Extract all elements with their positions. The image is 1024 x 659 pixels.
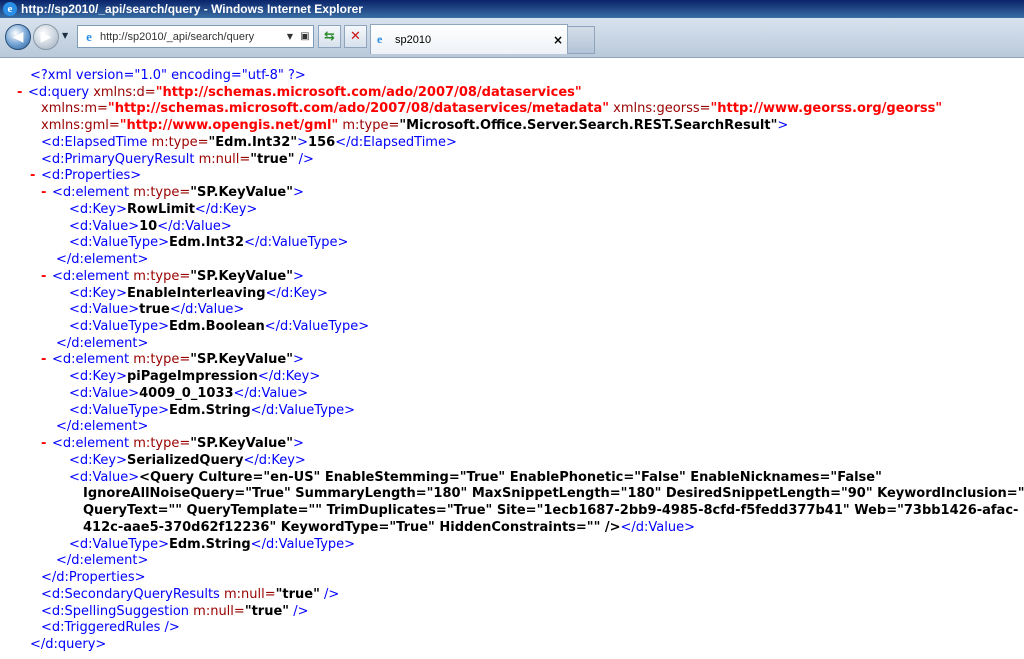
back-button[interactable]: ◀ xyxy=(5,24,31,50)
stop-button[interactable]: ✕ xyxy=(344,25,367,48)
forward-arrow-icon: ▶ xyxy=(40,29,52,45)
address-input[interactable]: http://sp2010/_api/search/query xyxy=(100,31,283,43)
xml-line: <d:SpellingSuggestion m:null="true" /> xyxy=(41,603,309,619)
xml-line: </d:element> xyxy=(56,252,149,268)
refresh-button[interactable]: ⇆ xyxy=(318,25,341,48)
collapse-toggle[interactable]: - xyxy=(17,85,28,102)
xml-line: <d:Value>true</d:Value> xyxy=(69,302,245,318)
xml-line: - <d:element m:type="SP.KeyValue"> xyxy=(41,268,304,286)
forward-button[interactable]: ▶ xyxy=(33,24,59,50)
collapse-toggle[interactable]: - xyxy=(41,185,52,202)
xml-line: </d:element> xyxy=(56,553,149,569)
xml-line: <d:ValueType>Edm.Boolean</d:ValueType> xyxy=(69,319,370,335)
collapse-toggle[interactable]: - xyxy=(41,352,52,369)
collapse-toggle[interactable]: - xyxy=(41,269,52,286)
compatibility-view-icon[interactable]: ▣ xyxy=(297,31,313,42)
browser-tab[interactable]: e sp2010 × xyxy=(370,24,568,54)
xml-line: IgnoreAllNoiseQuery="True" SummaryLength… xyxy=(83,486,1024,502)
tab-close-icon[interactable]: × xyxy=(549,33,567,47)
xml-line: <d:ValueType>Edm.String</d:ValueType> xyxy=(69,402,356,418)
chevron-down-icon: ▼ xyxy=(62,31,69,40)
xml-line: xmlns:gml="http://www.opengis.net/gml" m… xyxy=(41,118,789,134)
xml-line: - <d:element m:type="SP.KeyValue"> xyxy=(41,436,304,453)
xml-line: QueryText="" QueryTemplate="" TrimDuplic… xyxy=(83,503,1019,519)
tab-page-icon: e xyxy=(377,32,383,46)
xml-line: - <d:Properties> xyxy=(30,168,142,185)
address-bar[interactable]: e http://sp2010/_api/search/query ▼ ▣ xyxy=(77,25,314,48)
xml-line: <d:Key>piPageImpression</d:Key> xyxy=(69,369,321,385)
tab-label: sp2010 xyxy=(395,33,432,46)
xml-line: <d:Value>4009_0_1033</d:Value> xyxy=(69,385,309,401)
xml-declaration: <?xml version="1.0" encoding="utf-8" ?> xyxy=(0,68,1024,85)
window-title: http://sp2010/_api/search/query - Window… xyxy=(21,2,363,16)
xml-line: 412c-aae5-370d62f12236" KeywordType="Tru… xyxy=(83,519,696,535)
xml-line: - <d:query xmlns:d="http://schemas.micros… xyxy=(17,84,582,102)
xml-viewer: <?xml version="1.0" encoding="utf-8" ?> … xyxy=(0,58,1024,659)
xml-line: <d:ValueType>Edm.Int32</d:ValueType> xyxy=(69,235,349,251)
back-arrow-icon: ◀ xyxy=(12,29,24,45)
xml-line: <d:Key>SerializedQuery</d:Key> xyxy=(69,452,306,468)
xml-line: <d:ValueType>Edm.String</d:ValueType> xyxy=(69,536,356,552)
xml-line: </d:element> xyxy=(56,335,149,351)
close-icon: ✕ xyxy=(350,29,361,44)
xml-line: - <d:element m:type="SP.KeyValue"> xyxy=(41,352,304,369)
xml-line: <d:Value>10</d:Value> xyxy=(69,218,232,234)
collapse-toggle[interactable]: - xyxy=(41,436,52,453)
browser-toolbar: ◀ ▶ ▼ e http://sp2010/_api/search/query … xyxy=(0,18,1024,58)
xml-line: <d:TriggeredRules /> xyxy=(41,620,180,636)
address-dropdown-icon[interactable]: ▼ xyxy=(283,32,297,41)
xml-line: </d:element> xyxy=(56,419,149,435)
xml-line: <d:SecondaryQueryResults m:null="true" /… xyxy=(41,586,340,602)
collapse-toggle[interactable]: - xyxy=(30,168,41,185)
xml-line: <d:ElapsedTime m:type="Edm.Int32">156</d… xyxy=(41,134,457,150)
xml-line: </d:query> xyxy=(30,636,107,652)
ie-logo-icon: e xyxy=(3,2,17,16)
xml-decl-text: <?xml version="1.0" encoding="utf-8" ?> xyxy=(30,68,306,83)
xml-line: <d:Key>RowLimit</d:Key> xyxy=(69,201,258,217)
xml-line: </d:Properties> xyxy=(41,570,146,586)
xml-line: - <d:element m:type="SP.KeyValue"> xyxy=(41,185,304,202)
page-icon: e xyxy=(86,28,92,44)
xml-line: <d:PrimaryQueryResult m:null="true" /> xyxy=(41,151,314,167)
window-titlebar: e http://sp2010/_api/search/query - Wind… xyxy=(0,0,1024,18)
new-tab-button[interactable] xyxy=(567,26,595,54)
xml-line: <d:Value><Query Culture="en-US" EnableSt… xyxy=(69,469,882,485)
history-dropdown-button[interactable]: ▼ xyxy=(62,31,68,40)
xml-line: xmlns:m="http://schemas.microsoft.com/ad… xyxy=(41,101,943,117)
xml-document: <?xml version="1.0" encoding="utf-8" ?> … xyxy=(0,68,1024,654)
xml-line: <d:Key>EnableInterleaving</d:Key> xyxy=(69,285,328,301)
refresh-icon: ⇆ xyxy=(324,29,335,44)
